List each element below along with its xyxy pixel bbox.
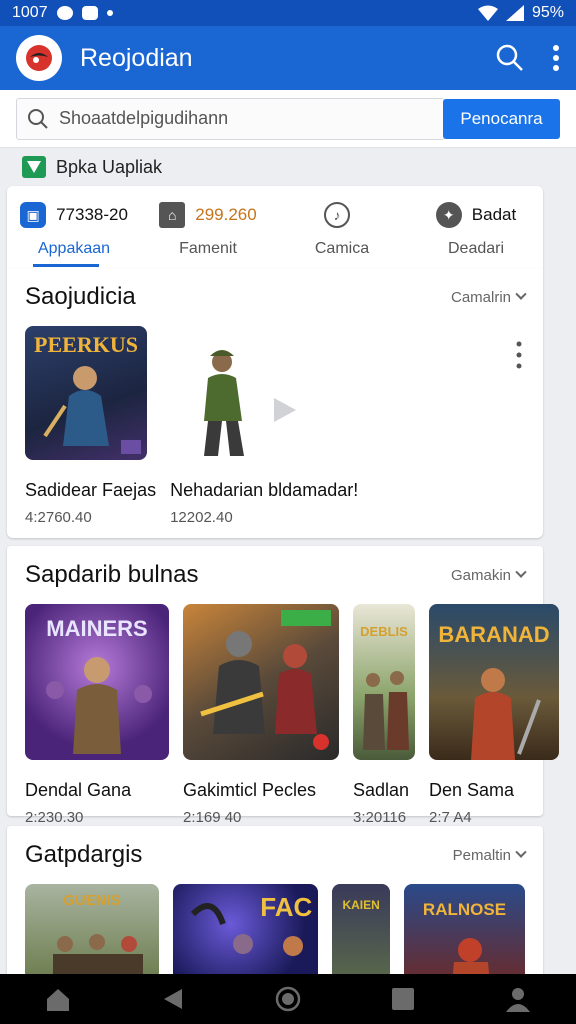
search-icon (28, 108, 48, 129)
tab-value: 299.260 (195, 205, 257, 224)
store-icon (22, 156, 46, 178)
chevron-down-icon (515, 846, 527, 858)
battery-level: 95% (531, 4, 564, 21)
app-thumbnail[interactable]: GUENIS (25, 884, 160, 984)
app-name: Dendal Gana (25, 780, 132, 800)
search-input[interactable]: Shoaatdelpigudihann (16, 97, 445, 140)
search-bar: Shoaatdelpigudihann Penocanra (0, 90, 576, 148)
more-label: Camalrin (450, 288, 511, 306)
section-featured: Saojudicia Camalrin PEERKUS Sadidear Fae… (7, 268, 543, 538)
app-size: 12202.40 (170, 509, 233, 526)
document-icon (81, 6, 98, 20)
signal-icon (505, 5, 524, 21)
more-label: Pemaltin (452, 846, 511, 864)
app-size: 2:169 40 (183, 809, 242, 826)
dot-icon (106, 10, 113, 16)
app-thumbnail: DEBLIS (353, 604, 415, 760)
back-icon[interactable] (162, 987, 184, 1011)
app-size: 3:20116 (353, 809, 407, 826)
search-icon[interactable] (496, 44, 524, 72)
app-thumbnail (183, 604, 339, 760)
search-placeholder: Shoaatdelpigudihann (59, 108, 229, 128)
status-bar: 1007 95% (0, 0, 576, 26)
system-navigation-bar (0, 974, 576, 1024)
section-more-link[interactable]: Camalrin (450, 288, 527, 306)
tab-label: Camica (314, 240, 370, 257)
app-size: 2:7 A4 (429, 809, 472, 826)
app-thumbnail[interactable]: FAC (173, 884, 319, 984)
app-name: Den Sama (429, 780, 515, 800)
section-trending: Gatpdargis Pemaltin GUENIS FAC KAIEN RAL… (7, 826, 543, 986)
app-thumbnail (170, 326, 371, 460)
brand-label: Bpka Uapliak (56, 156, 163, 177)
app-logo-icon[interactable] (16, 35, 62, 81)
profile-icon[interactable] (505, 986, 531, 1012)
app-card[interactable]: MAINERS Dendal Gana 2:230.30 (25, 604, 169, 826)
recents-icon[interactable] (391, 988, 414, 1010)
home-icon[interactable] (45, 986, 71, 1012)
section-more-link[interactable]: Gamakin (450, 566, 527, 584)
search-button[interactable]: Penocanra (443, 98, 560, 139)
app-thumbnail[interactable]: RALNOSE (403, 884, 525, 984)
category-tabs: ▣ 77338-20 Appakaan ⌂ 299.260 Famenit ♪ Ca… (7, 186, 543, 268)
section-title: Gatpdargis (25, 841, 143, 868)
app-bar: Reojodian (0, 26, 576, 90)
chevron-down-icon (515, 566, 527, 578)
section-title: Sapdarib bulnas (25, 561, 199, 588)
app-name: Nehadarian bldamadar! (170, 480, 359, 500)
app-thumbnail: PEERKUS (25, 326, 147, 460)
section-more-link[interactable]: Pemaltin (452, 846, 527, 864)
compass-icon: ✦ (435, 202, 462, 228)
more-options-icon[interactable] (515, 340, 523, 370)
app-thumbnail[interactable]: KAIEN (332, 884, 390, 984)
wifi-icon (477, 5, 498, 21)
notification-icon (56, 6, 73, 20)
app-title: Reojodian (80, 43, 193, 72)
app-thumbnail: BARANAD (429, 604, 559, 760)
app-card[interactable]: Nehadarian bldamadar! 12202.40 (170, 326, 371, 526)
app-size: 4:2760.40 (25, 509, 92, 526)
app-card[interactable]: Gakimticl Pecles 2:169 40 (183, 604, 339, 826)
home-icon: ⌂ (159, 202, 186, 228)
section-popular: Sapdarib bulnas Gamakin MAINERS Dendal G… (7, 546, 559, 826)
overview-icon[interactable] (275, 986, 301, 1012)
overflow-menu-icon[interactable] (552, 44, 560, 72)
brand-row: Bpka Uapliak (22, 156, 162, 178)
tab-label: Appakaan (37, 240, 111, 257)
tab-apps[interactable]: ▣ 77338-20 Appakaan (7, 186, 141, 268)
app-name: Sadlan (353, 780, 410, 800)
app-size: 2:230.30 (25, 809, 84, 826)
tab-books[interactable]: ✦ Badat Deadari (409, 186, 543, 268)
app-thumbnail: MAINERS (25, 604, 169, 760)
app-card[interactable]: DEBLIS Sadlan 3:20116 (353, 604, 415, 826)
chevron-down-icon (515, 288, 527, 300)
active-tab-indicator (33, 264, 99, 267)
app-card[interactable]: BARANAD Den Sama 2:7 A4 (429, 604, 559, 826)
app-name: Gakimticl Pecles (183, 780, 317, 800)
tab-games[interactable]: ♪ Camica (275, 186, 409, 268)
status-time: 1007 (12, 4, 48, 21)
tab-label: Deadari (447, 240, 505, 257)
section-title: Saojudicia (25, 283, 136, 310)
music-icon: ♪ (324, 202, 350, 228)
tab-value: 77338-20 (56, 205, 128, 224)
apps-icon: ▣ (20, 202, 47, 228)
tab-label: Famenit (179, 240, 237, 257)
thumbnail-art-text: KAIEN (342, 898, 380, 912)
app-name: Sadidear Faejas (25, 480, 157, 500)
tab-family[interactable]: ⌂ 299.260 Famenit (141, 186, 275, 268)
more-label: Gamakin (450, 566, 511, 584)
app-card[interactable]: PEERKUS Sadidear Faejas 4:2760.40 (25, 326, 156, 526)
tab-value: Badat (471, 205, 517, 224)
